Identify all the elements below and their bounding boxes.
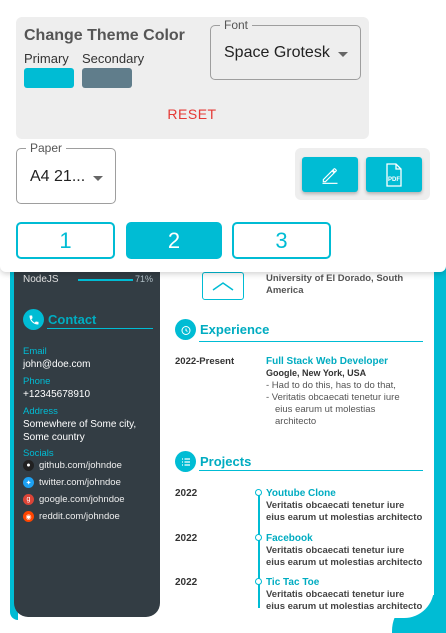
education-line2: America bbox=[266, 285, 304, 296]
secondary-label: Secondary bbox=[82, 51, 145, 66]
projects-heading: Projects bbox=[175, 451, 251, 472]
experience-heading: Experience bbox=[175, 319, 269, 340]
resume-sidebar: NodeJS 71% Contact Email john@doe.com Ph… bbox=[14, 250, 160, 617]
contact-underline bbox=[47, 328, 153, 329]
contact-heading: Contact bbox=[23, 309, 96, 330]
skill-percent: 71% bbox=[134, 274, 153, 284]
project-title: Tic Tac Toe bbox=[266, 577, 320, 588]
contact-title: Contact bbox=[48, 312, 97, 327]
phone-value: +12345678910 bbox=[23, 389, 91, 400]
social-reddit[interactable]: ◉ reddit.com/johndoe bbox=[23, 511, 120, 522]
font-select[interactable]: Font Space Grotesk bbox=[210, 18, 361, 80]
action-card: PDF bbox=[295, 148, 430, 200]
job-bullet-1: - Had to do this, has to do that, bbox=[266, 380, 396, 391]
social-text: google.com/johndoe bbox=[39, 494, 125, 505]
paper-select[interactable]: Paper A4 21... bbox=[16, 141, 116, 204]
projects-title: Projects bbox=[200, 454, 252, 469]
chevron-down-icon bbox=[338, 52, 348, 57]
primary-color-swatch[interactable] bbox=[24, 68, 74, 88]
project-title: Youtube Clone bbox=[266, 488, 336, 499]
projects-underline bbox=[199, 470, 423, 471]
google-icon: g bbox=[23, 494, 34, 505]
page-button-2[interactable]: 2 bbox=[126, 222, 222, 259]
secondary-color-swatch[interactable] bbox=[82, 68, 132, 88]
project-desc-line2: eius earum ut molestias architecto bbox=[266, 512, 423, 523]
font-select-legend: Font bbox=[220, 18, 253, 32]
timeline-dot bbox=[255, 489, 262, 496]
page-button-3[interactable]: 3 bbox=[232, 222, 331, 259]
timeline-dot bbox=[255, 534, 262, 541]
pdf-file-icon: PDF bbox=[386, 162, 402, 187]
project-year: 2022 bbox=[175, 488, 198, 499]
social-github[interactable]: ● github.com/johndoe bbox=[23, 460, 122, 471]
svg-text:PDF: PDF bbox=[388, 177, 400, 183]
address-value: Somewhere of Some city, Some country bbox=[23, 419, 137, 443]
project-desc-line2: eius earum ut molestias architecto bbox=[266, 557, 423, 568]
reddit-icon: ◉ bbox=[23, 511, 34, 522]
twitter-icon: ✦ bbox=[23, 477, 34, 488]
paper-select-legend: Paper bbox=[26, 141, 67, 155]
social-text: github.com/johndoe bbox=[39, 460, 122, 471]
theme-color-card: Change Theme Color Primary Secondary RES… bbox=[16, 17, 369, 139]
project-year: 2022 bbox=[175, 577, 198, 588]
social-google[interactable]: g google.com/johndoe bbox=[23, 494, 125, 505]
primary-label: Primary bbox=[24, 51, 69, 66]
project-desc-line1: Veritatis obcaecati tenetur iure bbox=[266, 500, 405, 511]
projects-timeline-line bbox=[258, 490, 260, 608]
education-line1: University of El Dorado, South bbox=[266, 273, 404, 284]
reset-button[interactable]: RESET bbox=[146, 102, 238, 126]
email-label: Email bbox=[23, 346, 47, 357]
experience-title: Experience bbox=[200, 322, 270, 337]
timer-icon bbox=[175, 319, 196, 340]
email-value: john@doe.com bbox=[23, 359, 91, 370]
job-bullet-2-line3: architecto bbox=[275, 416, 317, 427]
scroll-up-button[interactable] bbox=[202, 272, 244, 300]
job-bullet-2-line2: eius earum ut molestias bbox=[275, 404, 376, 415]
github-icon: ● bbox=[23, 460, 34, 471]
job-bullet-2-line1: - Veritatis obcaecati tenetur iure bbox=[266, 392, 400, 403]
list-icon bbox=[175, 451, 196, 472]
social-text: reddit.com/johndoe bbox=[39, 511, 120, 522]
job-company: Google, New York, USA bbox=[266, 368, 367, 378]
resume-right-border bbox=[434, 250, 446, 633]
project-year: 2022 bbox=[175, 533, 198, 544]
font-select-value: Space Grotesk bbox=[224, 44, 330, 61]
skill-bar bbox=[78, 279, 133, 281]
export-pdf-button[interactable]: PDF bbox=[366, 157, 422, 192]
experience-underline bbox=[199, 341, 423, 342]
socials-label: Socials bbox=[23, 448, 54, 459]
project-desc-line1: Veritatis obcaecati tenetur iure bbox=[266, 589, 405, 600]
job-title: Full Stack Web Developer bbox=[266, 356, 389, 367]
experience-period: 2022-Present bbox=[175, 356, 235, 367]
edit-button[interactable] bbox=[302, 157, 358, 192]
project-desc-line1: Veritatis obcaecati tenetur iure bbox=[266, 545, 405, 556]
project-title: Facebook bbox=[266, 533, 313, 544]
page-button-1[interactable]: 1 bbox=[16, 222, 115, 259]
paper-select-value: A4 21... bbox=[30, 168, 86, 185]
phone-icon bbox=[23, 309, 44, 330]
chevron-up-icon bbox=[212, 282, 234, 291]
project-desc-line2: eius earum ut molestias architecto bbox=[266, 601, 423, 612]
settings-panel: Change Theme Color Primary Secondary RES… bbox=[0, 0, 446, 272]
timeline-dot bbox=[255, 578, 262, 585]
pencil-icon bbox=[322, 167, 338, 184]
social-text: twitter.com/johndoe bbox=[39, 477, 121, 488]
social-twitter[interactable]: ✦ twitter.com/johndoe bbox=[23, 477, 121, 488]
address-label: Address bbox=[23, 406, 58, 417]
phone-label: Phone bbox=[23, 376, 51, 387]
theme-card-title: Change Theme Color bbox=[24, 27, 185, 44]
skill-name: NodeJS bbox=[23, 274, 59, 285]
chevron-down-icon bbox=[93, 176, 103, 181]
skill-row: NodeJS 71% bbox=[23, 274, 153, 285]
